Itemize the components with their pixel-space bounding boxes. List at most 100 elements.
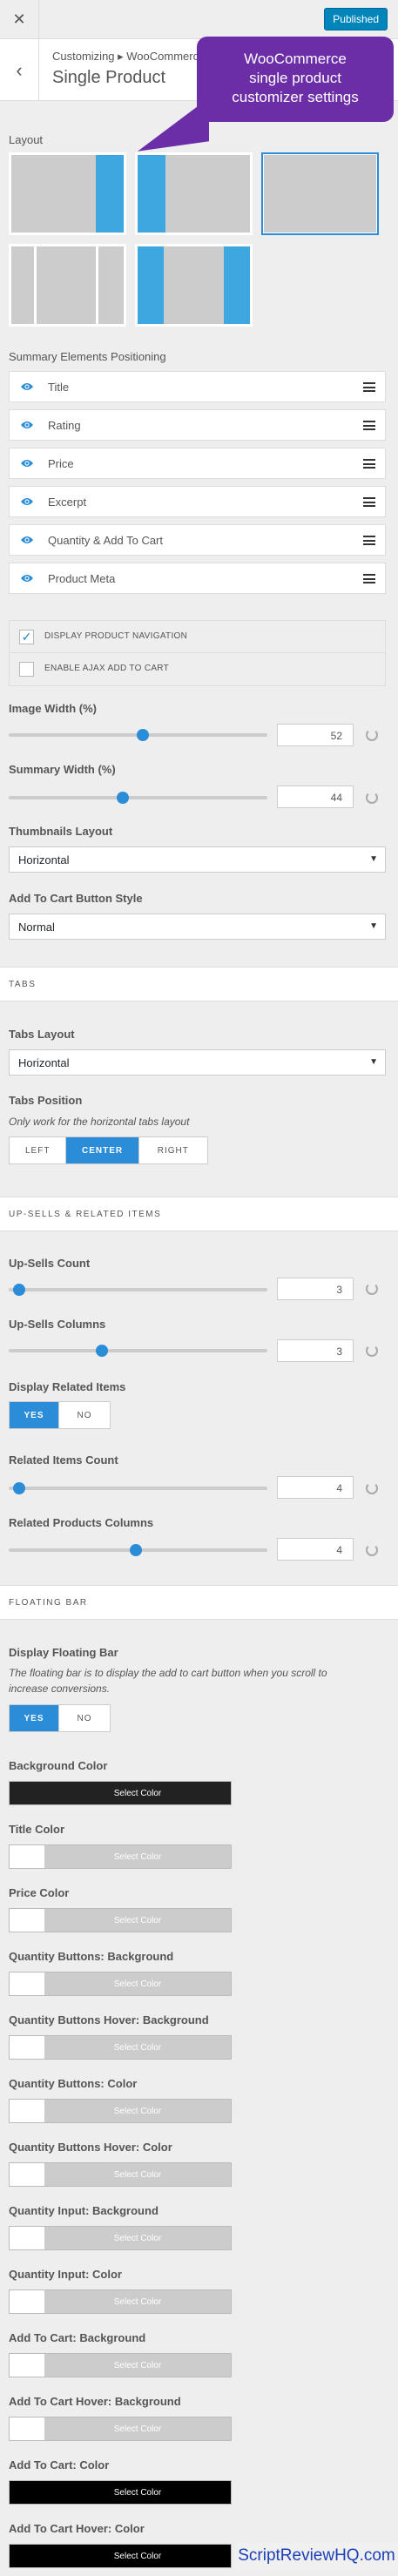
reset-icon[interactable]	[366, 792, 378, 804]
back-button[interactable]: ‹	[0, 39, 39, 101]
image-width-label: Image Width (%)	[9, 702, 97, 715]
add-to-cart-style-label: Add To Cart Button Style	[9, 892, 143, 905]
summary-width-label: Summary Width (%)	[9, 763, 116, 776]
select-color-button[interactable]: Select Color	[9, 2544, 232, 2568]
sortable-item-excerpt[interactable]: Excerpt	[9, 486, 386, 517]
drag-handle-icon[interactable]	[363, 574, 375, 583]
image-width-input[interactable]: 52	[277, 724, 354, 746]
tabs-position-right[interactable]: RIGHT	[139, 1137, 207, 1163]
eye-icon[interactable]	[20, 535, 34, 545]
select-color-button[interactable]: Select Color	[9, 2289, 232, 2314]
select-color-label: Select Color	[44, 2163, 231, 2186]
eye-icon[interactable]	[20, 496, 34, 507]
select-color-label: Select Color	[44, 2545, 231, 2567]
select-color-label: Select Color	[44, 2354, 231, 2377]
tabs-position-left[interactable]: LEFT	[10, 1137, 67, 1163]
upsells-columns-slider[interactable]	[9, 1345, 267, 1357]
layout-option-sidebar-left[interactable]	[135, 152, 253, 235]
layout-option-three-columns[interactable]	[9, 244, 126, 327]
tabs-position-center[interactable]: CENTER	[66, 1137, 139, 1163]
select-color-button[interactable]: Select Color	[9, 2417, 232, 2441]
color-swatch	[10, 2036, 44, 2059]
toggle-yes[interactable]: YES	[10, 1705, 60, 1731]
color-swatch	[10, 1782, 44, 1804]
reset-icon[interactable]	[366, 1544, 378, 1556]
toggle-yes[interactable]: YES	[10, 1402, 60, 1428]
image-width-slider[interactable]	[9, 729, 267, 741]
sortable-item-quantity-add-to-cart[interactable]: Quantity & Add To Cart	[9, 524, 386, 556]
drag-handle-icon[interactable]	[363, 421, 375, 430]
sortable-item-product-meta[interactable]: Product Meta	[9, 563, 386, 594]
publish-button[interactable]: Published	[324, 8, 388, 30]
layout-label: Layout	[9, 133, 44, 146]
toggle-no[interactable]: NO	[59, 1705, 110, 1731]
upsells-columns-input[interactable]: 3	[277, 1339, 354, 1362]
layout-option-sidebar-right[interactable]	[9, 152, 126, 235]
color-setting-label: Quantity Buttons: Background	[9, 1950, 174, 1963]
upsells-count-input[interactable]: 3	[277, 1278, 354, 1300]
select-color-button[interactable]: Select Color	[9, 2480, 232, 2505]
tabs-layout-label: Tabs Layout	[9, 1028, 75, 1041]
related-count-slider[interactable]	[9, 1482, 267, 1494]
related-columns-slider[interactable]	[9, 1544, 267, 1556]
display-floating-bar-label: Display Floating Bar	[9, 1646, 118, 1659]
select-color-button[interactable]: Select Color	[9, 1908, 232, 1932]
related-count-input[interactable]: 4	[277, 1476, 354, 1499]
eye-icon[interactable]	[20, 420, 34, 430]
sortable-item-price[interactable]: Price	[9, 448, 386, 479]
close-button[interactable]: ✕	[0, 0, 39, 39]
drag-handle-icon[interactable]	[363, 497, 375, 507]
toggle-no[interactable]: NO	[59, 1402, 110, 1428]
select-color-button[interactable]: Select Color	[9, 2035, 232, 2060]
product-options-panel: ✓ DISPLAY PRODUCT NAVIGATION ENABLE AJAX…	[9, 620, 386, 686]
display-related-toggle: YES NO	[9, 1401, 111, 1429]
select-color-button[interactable]: Select Color	[9, 1844, 232, 1869]
checkbox-label: ENABLE AJAX ADD TO CART	[44, 664, 170, 673]
drag-handle-icon[interactable]	[363, 382, 375, 392]
select-value: Horizontal	[18, 853, 70, 867]
summary-width-input[interactable]: 44	[277, 786, 354, 808]
eye-icon[interactable]	[20, 381, 34, 392]
eye-icon[interactable]	[20, 458, 34, 469]
drag-handle-icon[interactable]	[363, 536, 375, 545]
reset-icon[interactable]	[366, 729, 378, 741]
slider-handle[interactable]	[116, 792, 129, 804]
sortable-item-title[interactable]: Title	[9, 371, 386, 402]
drag-handle-icon[interactable]	[363, 459, 375, 469]
slider-handle[interactable]	[129, 1544, 142, 1556]
slider-handle[interactable]	[137, 729, 150, 741]
layout-option-full-width[interactable]	[261, 152, 379, 235]
slider-handle[interactable]	[95, 1345, 108, 1357]
layout-divider	[34, 246, 37, 324]
tabs-layout-select[interactable]: Horizontal ▼	[9, 1049, 386, 1076]
slider-handle[interactable]	[12, 1284, 25, 1296]
summary-width-slider[interactable]	[9, 792, 267, 804]
select-color-button[interactable]: Select Color	[9, 2353, 232, 2377]
thumbnails-layout-select[interactable]: Horizontal ▼	[9, 846, 386, 873]
select-color-label: Select Color	[44, 2290, 231, 2313]
related-columns-input[interactable]: 4	[277, 1538, 354, 1561]
checkbox-ajax-add-to-cart[interactable]: ENABLE AJAX ADD TO CART	[10, 653, 385, 685]
select-color-button[interactable]: Select Color	[9, 1781, 232, 1805]
tabs-position-segmented: LEFT CENTER RIGHT	[9, 1136, 208, 1164]
reset-icon[interactable]	[366, 1283, 378, 1295]
checkbox-display-navigation[interactable]: ✓ DISPLAY PRODUCT NAVIGATION	[10, 621, 385, 653]
layout-option-both-sidebars[interactable]	[135, 244, 253, 327]
layout-divider	[96, 246, 98, 324]
upsells-count-slider[interactable]	[9, 1284, 267, 1296]
summary-positioning-label: Summary Elements Positioning	[9, 350, 166, 363]
slider-handle[interactable]	[12, 1482, 25, 1494]
select-color-label: Select Color	[44, 2418, 231, 2440]
checkbox-label: DISPLAY PRODUCT NAVIGATION	[44, 631, 188, 641]
select-color-button[interactable]: Select Color	[9, 2162, 232, 2187]
select-color-button[interactable]: Select Color	[9, 1972, 232, 1996]
checkbox[interactable]	[19, 662, 34, 677]
eye-icon[interactable]	[20, 573, 34, 583]
sortable-item-rating[interactable]: Rating	[9, 409, 386, 441]
reset-icon[interactable]	[366, 1345, 378, 1357]
select-color-button[interactable]: Select Color	[9, 2099, 232, 2123]
add-to-cart-style-select[interactable]: Normal ▼	[9, 914, 386, 940]
checkbox[interactable]: ✓	[19, 630, 34, 644]
select-color-button[interactable]: Select Color	[9, 2226, 232, 2250]
reset-icon[interactable]	[366, 1482, 378, 1494]
